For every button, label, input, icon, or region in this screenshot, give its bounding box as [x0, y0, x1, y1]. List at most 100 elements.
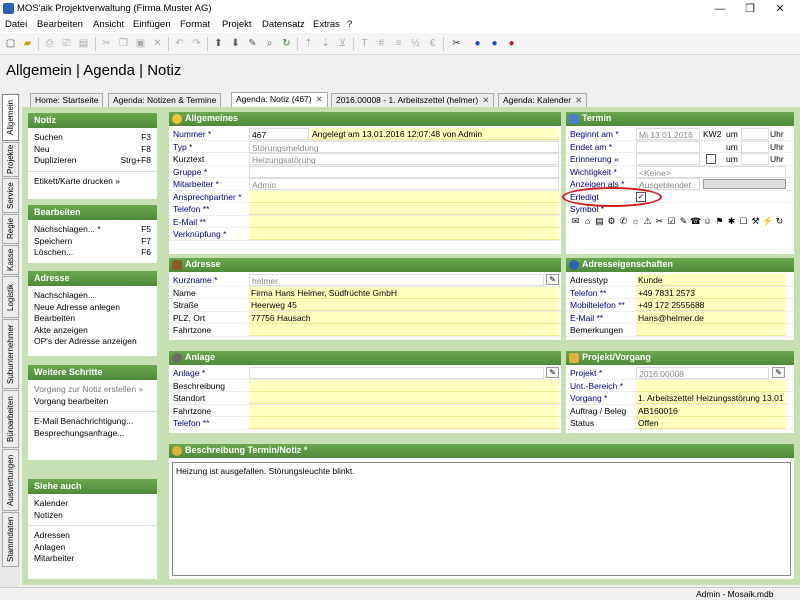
endet-time-field[interactable] — [741, 140, 769, 153]
user-blue-icon[interactable]: ● — [470, 37, 485, 51]
strasse-field[interactable]: Heerweg 45 — [249, 299, 559, 311]
bemerkungen-field[interactable] — [636, 324, 786, 336]
symbol-bolt-icon[interactable]: ⚡ — [762, 216, 773, 227]
beginnt-date-field[interactable]: Mi 13.01.2016 — [636, 128, 700, 140]
currency-icon[interactable]: € — [425, 37, 440, 51]
open-folder-icon[interactable]: ▰ — [20, 37, 35, 51]
link-adressen[interactable]: Adressen — [28, 530, 157, 542]
action-vorgang-bearbeiten[interactable]: Vorgang bearbeiten — [28, 396, 157, 408]
hash-icon[interactable]: # — [374, 37, 389, 51]
menu-projekt[interactable]: Projekt — [222, 19, 252, 30]
restore-button[interactable]: ❐ — [735, 0, 765, 18]
anlage-fahrtzone-field[interactable] — [249, 404, 559, 417]
link-notizen[interactable]: Notizen — [28, 510, 157, 522]
typ-field[interactable]: Störungsmeldung — [249, 140, 559, 153]
sort-asc-icon[interactable]: ⇡ — [301, 37, 316, 51]
beginnt-time-field[interactable] — [741, 128, 769, 140]
symbol-mail-icon[interactable]: ✉ — [570, 216, 581, 227]
erinnerung-time-field[interactable] — [741, 153, 769, 165]
link-kalender[interactable]: Kalender — [28, 498, 157, 510]
tab-kalender[interactable]: Agenda: Kalender ✕ — [498, 93, 588, 107]
undo-icon[interactable]: ↶ — [172, 37, 187, 51]
vtab-stammdaten[interactable]: Stammdaten — [2, 512, 19, 567]
print-icon[interactable]: ⎙ — [42, 37, 57, 51]
beschreibung-textarea[interactable]: Heizung ist ausgefallen. Störungsleuchte… — [172, 462, 791, 576]
symbol-refresh-icon[interactable]: ↻ — [774, 216, 785, 227]
nummer-field[interactable]: 467 — [249, 128, 309, 140]
vtab-bueroarbeiten[interactable]: Büroarbeiten — [2, 390, 19, 448]
menu-datensatz[interactable]: Datensatz — [262, 19, 305, 30]
menu-datei[interactable]: Datei — [5, 19, 27, 30]
symbol-smile-icon[interactable]: ☺ — [702, 216, 713, 227]
action-adresse-bearbeiten[interactable]: Bearbeiten — [28, 313, 157, 325]
anzeigen-select[interactable]: Ausgeblendet — [636, 178, 700, 190]
arrow-up-icon[interactable]: ⬆ — [211, 37, 226, 51]
auftrag-field[interactable]: AB160016 — [636, 404, 786, 417]
gruppe-field[interactable] — [249, 165, 559, 178]
symbol-home-icon[interactable]: ⌂ — [582, 216, 593, 227]
symbol-pen-icon[interactable]: ✎ — [678, 216, 689, 227]
vtab-service[interactable]: Service — [2, 178, 19, 213]
anlage-telefon-field[interactable] — [249, 417, 559, 429]
action-besprechungsanfrage[interactable]: Besprechungsanfrage... — [28, 428, 157, 440]
search-icon[interactable]: ⌕ — [262, 37, 277, 51]
vtab-allgemein[interactable]: Allgemein — [2, 94, 19, 141]
vtab-subunternehmer[interactable]: Subunternehmer — [2, 319, 19, 389]
tab-arbeitszettel[interactable]: 2016.00008 - 1. Arbeitszettel (helmer) ✕ — [331, 93, 495, 107]
link-anlagen[interactable]: Anlagen — [28, 542, 157, 554]
action-etikett-drucken[interactable]: Etikett/Karte drucken » — [28, 176, 157, 188]
menu-ansicht[interactable]: Ansicht — [93, 19, 124, 30]
action-akte-anzeigen[interactable]: Akte anzeigen — [28, 325, 157, 337]
mobiltelefon-field[interactable]: +49 172 2555688 — [636, 299, 786, 311]
erinnerung-date-field[interactable] — [636, 153, 700, 165]
page-icon[interactable]: ▤ — [76, 37, 91, 51]
arrow-down-icon[interactable]: ⬇ — [228, 37, 243, 51]
vtab-logistik[interactable]: Logistik — [2, 276, 19, 318]
action-vorgang-erstellen[interactable]: Vorgang zur Notiz erstellen » — [28, 384, 157, 396]
plzort-field[interactable]: 77756 Hausach — [249, 311, 559, 324]
user-red-icon[interactable]: ● — [504, 37, 519, 51]
symbol-flag-icon[interactable]: ⚑ — [714, 216, 725, 227]
menu-help[interactable]: ? — [347, 19, 352, 30]
anlage-field[interactable] — [249, 367, 544, 379]
ansprechpartner-field[interactable] — [249, 190, 559, 203]
standort-field[interactable] — [249, 392, 559, 404]
name-field[interactable]: Firma Hans Helmer, Südfrüchte GmbH — [249, 286, 559, 299]
symbol-phone-icon[interactable]: ✆ — [618, 216, 629, 227]
tab-notizen-termine[interactable]: Agenda: Notizen & Termine — [108, 93, 222, 107]
symbol-sun-icon[interactable]: ☼ — [630, 216, 641, 227]
copy-icon[interactable]: ❐ — [116, 37, 131, 51]
wichtigkeit-select[interactable]: <Keine> — [636, 165, 786, 178]
paste-icon[interactable]: ▣ — [133, 37, 148, 51]
tab-notiz-467[interactable]: Agenda: Notiz (467) ✕ — [231, 92, 328, 107]
vorgang-field[interactable]: 1. Arbeitszettel Heizungsstörung 13.01 — [636, 392, 786, 404]
telefon-field[interactable] — [249, 203, 559, 215]
projekt-field[interactable]: 2016.00008 — [636, 367, 769, 379]
close-tab-icon[interactable]: ✕ — [482, 95, 489, 105]
number-icon[interactable]: ½ — [408, 37, 423, 51]
vtab-regie[interactable]: Regie — [2, 214, 19, 244]
ae-telefon-field[interactable]: +49 7831 2573 — [636, 286, 786, 299]
close-button[interactable]: ✕ — [765, 0, 795, 18]
link-mitarbeiter[interactable]: Mitarbeiter — [28, 553, 157, 565]
menu-bearbeiten[interactable]: Bearbeiten — [37, 19, 83, 30]
edit-pencil-icon[interactable]: ✎ — [772, 367, 785, 378]
tools-icon[interactable]: ✂ — [449, 37, 464, 51]
kurztext-field[interactable]: Heizungsstörung — [249, 153, 559, 165]
email-field[interactable] — [249, 215, 559, 228]
adresstyp-field[interactable]: Kunde — [636, 274, 786, 286]
symbol-warning-icon[interactable]: ⚠ — [642, 216, 653, 227]
symbol-doc-icon[interactable]: ▤ — [594, 216, 605, 227]
verknuepfung-field[interactable] — [249, 228, 559, 240]
close-tab-icon[interactable]: ✕ — [316, 94, 323, 104]
refresh-icon[interactable]: ↻ — [279, 37, 294, 51]
symbol-tools-icon[interactable]: ⚒ — [750, 216, 761, 227]
edit-pencil-icon[interactable]: ✎ — [546, 274, 559, 285]
close-tab-icon[interactable]: ✕ — [575, 95, 582, 105]
action-email-benachrichtigung[interactable]: E-Mail Benachrichtigung... — [28, 416, 157, 428]
symbol-asterisk-icon[interactable]: ✱ — [726, 216, 737, 227]
minimize-button[interactable]: — — [705, 0, 735, 18]
cut-icon[interactable]: ✂ — [99, 37, 114, 51]
menu-extras[interactable]: Extras — [313, 19, 340, 30]
action-speichern[interactable]: Speichern F7 — [28, 236, 157, 248]
